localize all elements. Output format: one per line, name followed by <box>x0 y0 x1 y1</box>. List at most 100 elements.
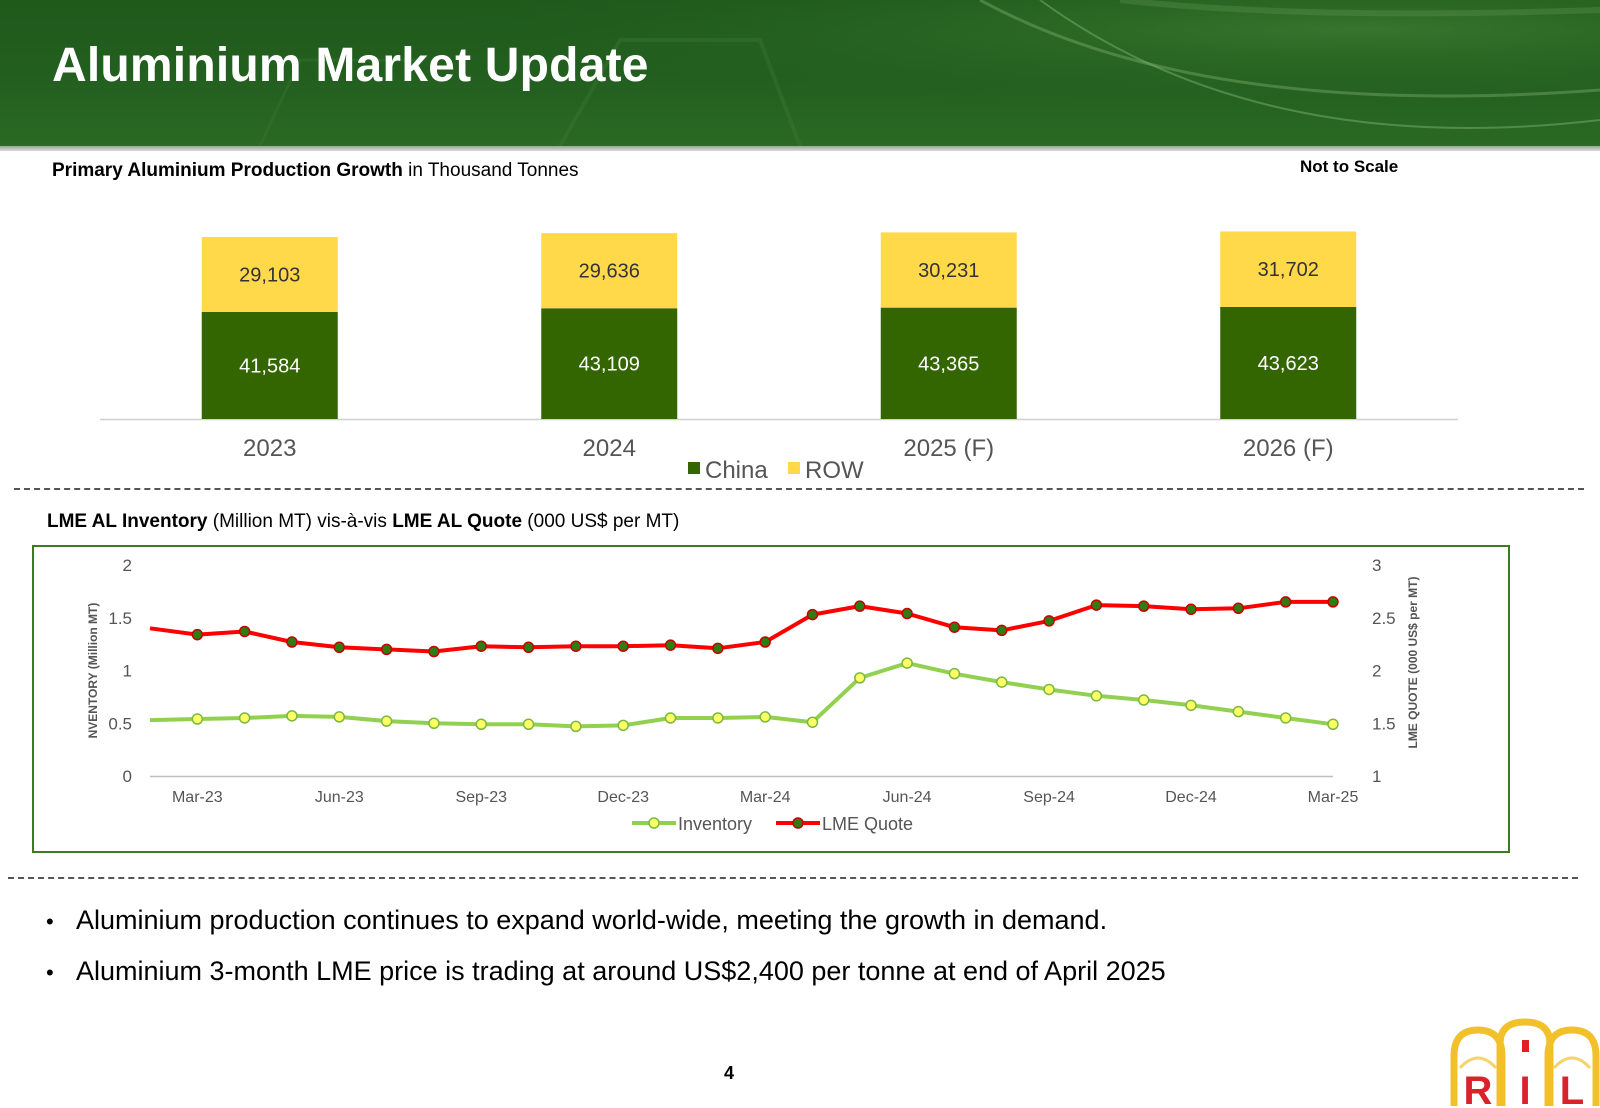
y-left-tick-label: 0 <box>123 767 132 786</box>
lme-quote-point <box>1279 596 1292 608</box>
bar-category-label: 2025 (F) <box>903 435 994 462</box>
legend-marker-lme-quote <box>792 817 804 829</box>
inventory-point <box>522 718 535 731</box>
lme-quote-point <box>1137 600 1150 612</box>
bullet-text: Aluminium 3-month LME price is trading a… <box>76 956 1166 986</box>
legend-marker-inventory <box>648 817 660 829</box>
inventory-point <box>712 712 724 724</box>
inventory-point <box>1137 694 1150 706</box>
legend-label-inventory: Inventory <box>678 814 752 834</box>
legend-label-lme-quote: LME Quote <box>822 814 913 834</box>
x-tick-label: Sep-24 <box>1023 789 1075 806</box>
bar-label-china: 41,584 <box>239 356 300 378</box>
lme-quote-point <box>854 600 866 612</box>
inventory-point <box>570 720 582 733</box>
bar-label-row: 29,636 <box>579 261 640 283</box>
inventory-point <box>286 710 298 722</box>
bar-label-china: 43,365 <box>918 353 979 375</box>
bullet-text: Aluminium production continues to expand… <box>76 905 1108 935</box>
inventory-point <box>380 715 393 727</box>
inventory-point <box>1327 718 1339 731</box>
inventory-point <box>664 712 677 724</box>
inventory-point <box>617 719 629 732</box>
y-left-tick-label: 0.5 <box>108 714 132 733</box>
bullet-item: • Aluminium 3-month LME price is trading… <box>46 956 1166 987</box>
x-tick-label: Mar-23 <box>172 789 223 806</box>
inventory-point <box>806 716 819 728</box>
x-tick-label: Sep-23 <box>455 789 507 806</box>
x-tick-label: Dec-24 <box>1165 789 1217 806</box>
x-tick-label: Mar-24 <box>740 789 791 806</box>
bar-category-label: 2026 (F) <box>1243 435 1334 462</box>
lme-quote-point <box>522 641 535 654</box>
x-tick-label: Mar-25 <box>1308 789 1359 806</box>
legend-label-china: China <box>705 457 768 484</box>
inventory-point <box>475 718 487 731</box>
bar-category-label: 2024 <box>583 435 636 462</box>
charts-canvas: 41,584 29,103 2023 43,109 29,636 2024 43,365 3 0… <box>86 231 1458 834</box>
y-left-tick-label: 2 <box>123 556 132 575</box>
lme-quote-point <box>475 640 487 652</box>
y-right-tick-label: 3 <box>1372 556 1381 575</box>
company-logo: R I L <box>1450 1018 1600 1108</box>
page-number: 4 <box>724 1063 735 1083</box>
lme-quote-line <box>149 599 1333 654</box>
y-right-tick-label: 1.5 <box>1372 714 1396 733</box>
x-tick-label: Jun-24 <box>883 789 932 806</box>
y-right-tick-label: 2.5 <box>1372 609 1396 628</box>
lme-quote-point <box>759 636 771 648</box>
lme-quote-point <box>664 639 677 651</box>
x-tick-label: Dec-23 <box>597 789 649 806</box>
bullet-marker: • <box>46 960 54 985</box>
bar-label-china: 43,623 <box>1258 353 1319 375</box>
bar-category-label: 2023 <box>243 435 296 462</box>
inventory-point <box>428 717 440 729</box>
logo-letter-r: R <box>1464 1069 1493 1108</box>
inventory-point <box>901 657 913 669</box>
logo-letter-l: L <box>1560 1069 1584 1108</box>
lme-quote-point <box>996 624 1008 637</box>
inventory-point <box>1043 683 1055 696</box>
bar-label-row: 31,702 <box>1258 259 1319 281</box>
inventory-point <box>1090 690 1103 702</box>
bullet-list: • Aluminium production continues to expa… <box>46 905 1166 1007</box>
bar-label-row: 29,103 <box>239 265 300 287</box>
lme-quote-point <box>1327 596 1339 608</box>
y-right-tick-label: 1 <box>1372 767 1381 786</box>
inventory-point <box>1279 712 1292 724</box>
lme-quote-point <box>570 640 582 652</box>
inventory-point <box>1232 705 1245 718</box>
y-left-axis-title: NVENTORY (Million MT) <box>86 603 100 739</box>
inventory-line <box>149 661 1334 729</box>
y-right-axis-title: LME QUOTE (000 US$ per MT) <box>1406 576 1420 748</box>
lme-quote-point <box>333 641 346 654</box>
lme-quote-point <box>712 642 724 655</box>
inventory-point <box>759 711 771 723</box>
y-left-tick-label: 1.5 <box>108 609 132 628</box>
lme-quote-point <box>191 628 204 641</box>
legend-label-row: ROW <box>805 457 864 484</box>
lme-quote-point <box>1090 599 1103 611</box>
logo-letter-i: I <box>1519 1069 1530 1108</box>
inventory-point <box>238 712 251 724</box>
lme-quote-point <box>286 636 298 648</box>
lme-quote-point <box>617 640 629 652</box>
inventory-point <box>333 711 346 723</box>
inventory-point <box>191 713 204 725</box>
lme-quote-point <box>380 643 393 656</box>
inventory-point <box>948 667 961 680</box>
lme-quote-point <box>1232 602 1245 615</box>
bullet-marker: • <box>46 909 54 934</box>
inventory-point <box>996 676 1008 688</box>
legend-swatch-row <box>788 462 800 474</box>
inventory-point <box>854 672 866 684</box>
bar-label-china: 43,109 <box>579 354 640 376</box>
inventory-point <box>1185 699 1197 712</box>
lme-quote-point <box>901 607 913 620</box>
lme-quote-point <box>428 645 440 658</box>
x-tick-label: Jun-23 <box>315 789 364 806</box>
y-left-tick-label: 1 <box>123 662 132 681</box>
lme-quote-point <box>238 625 251 638</box>
lme-quote-point <box>1043 615 1055 627</box>
lme-quote-point <box>806 608 819 621</box>
